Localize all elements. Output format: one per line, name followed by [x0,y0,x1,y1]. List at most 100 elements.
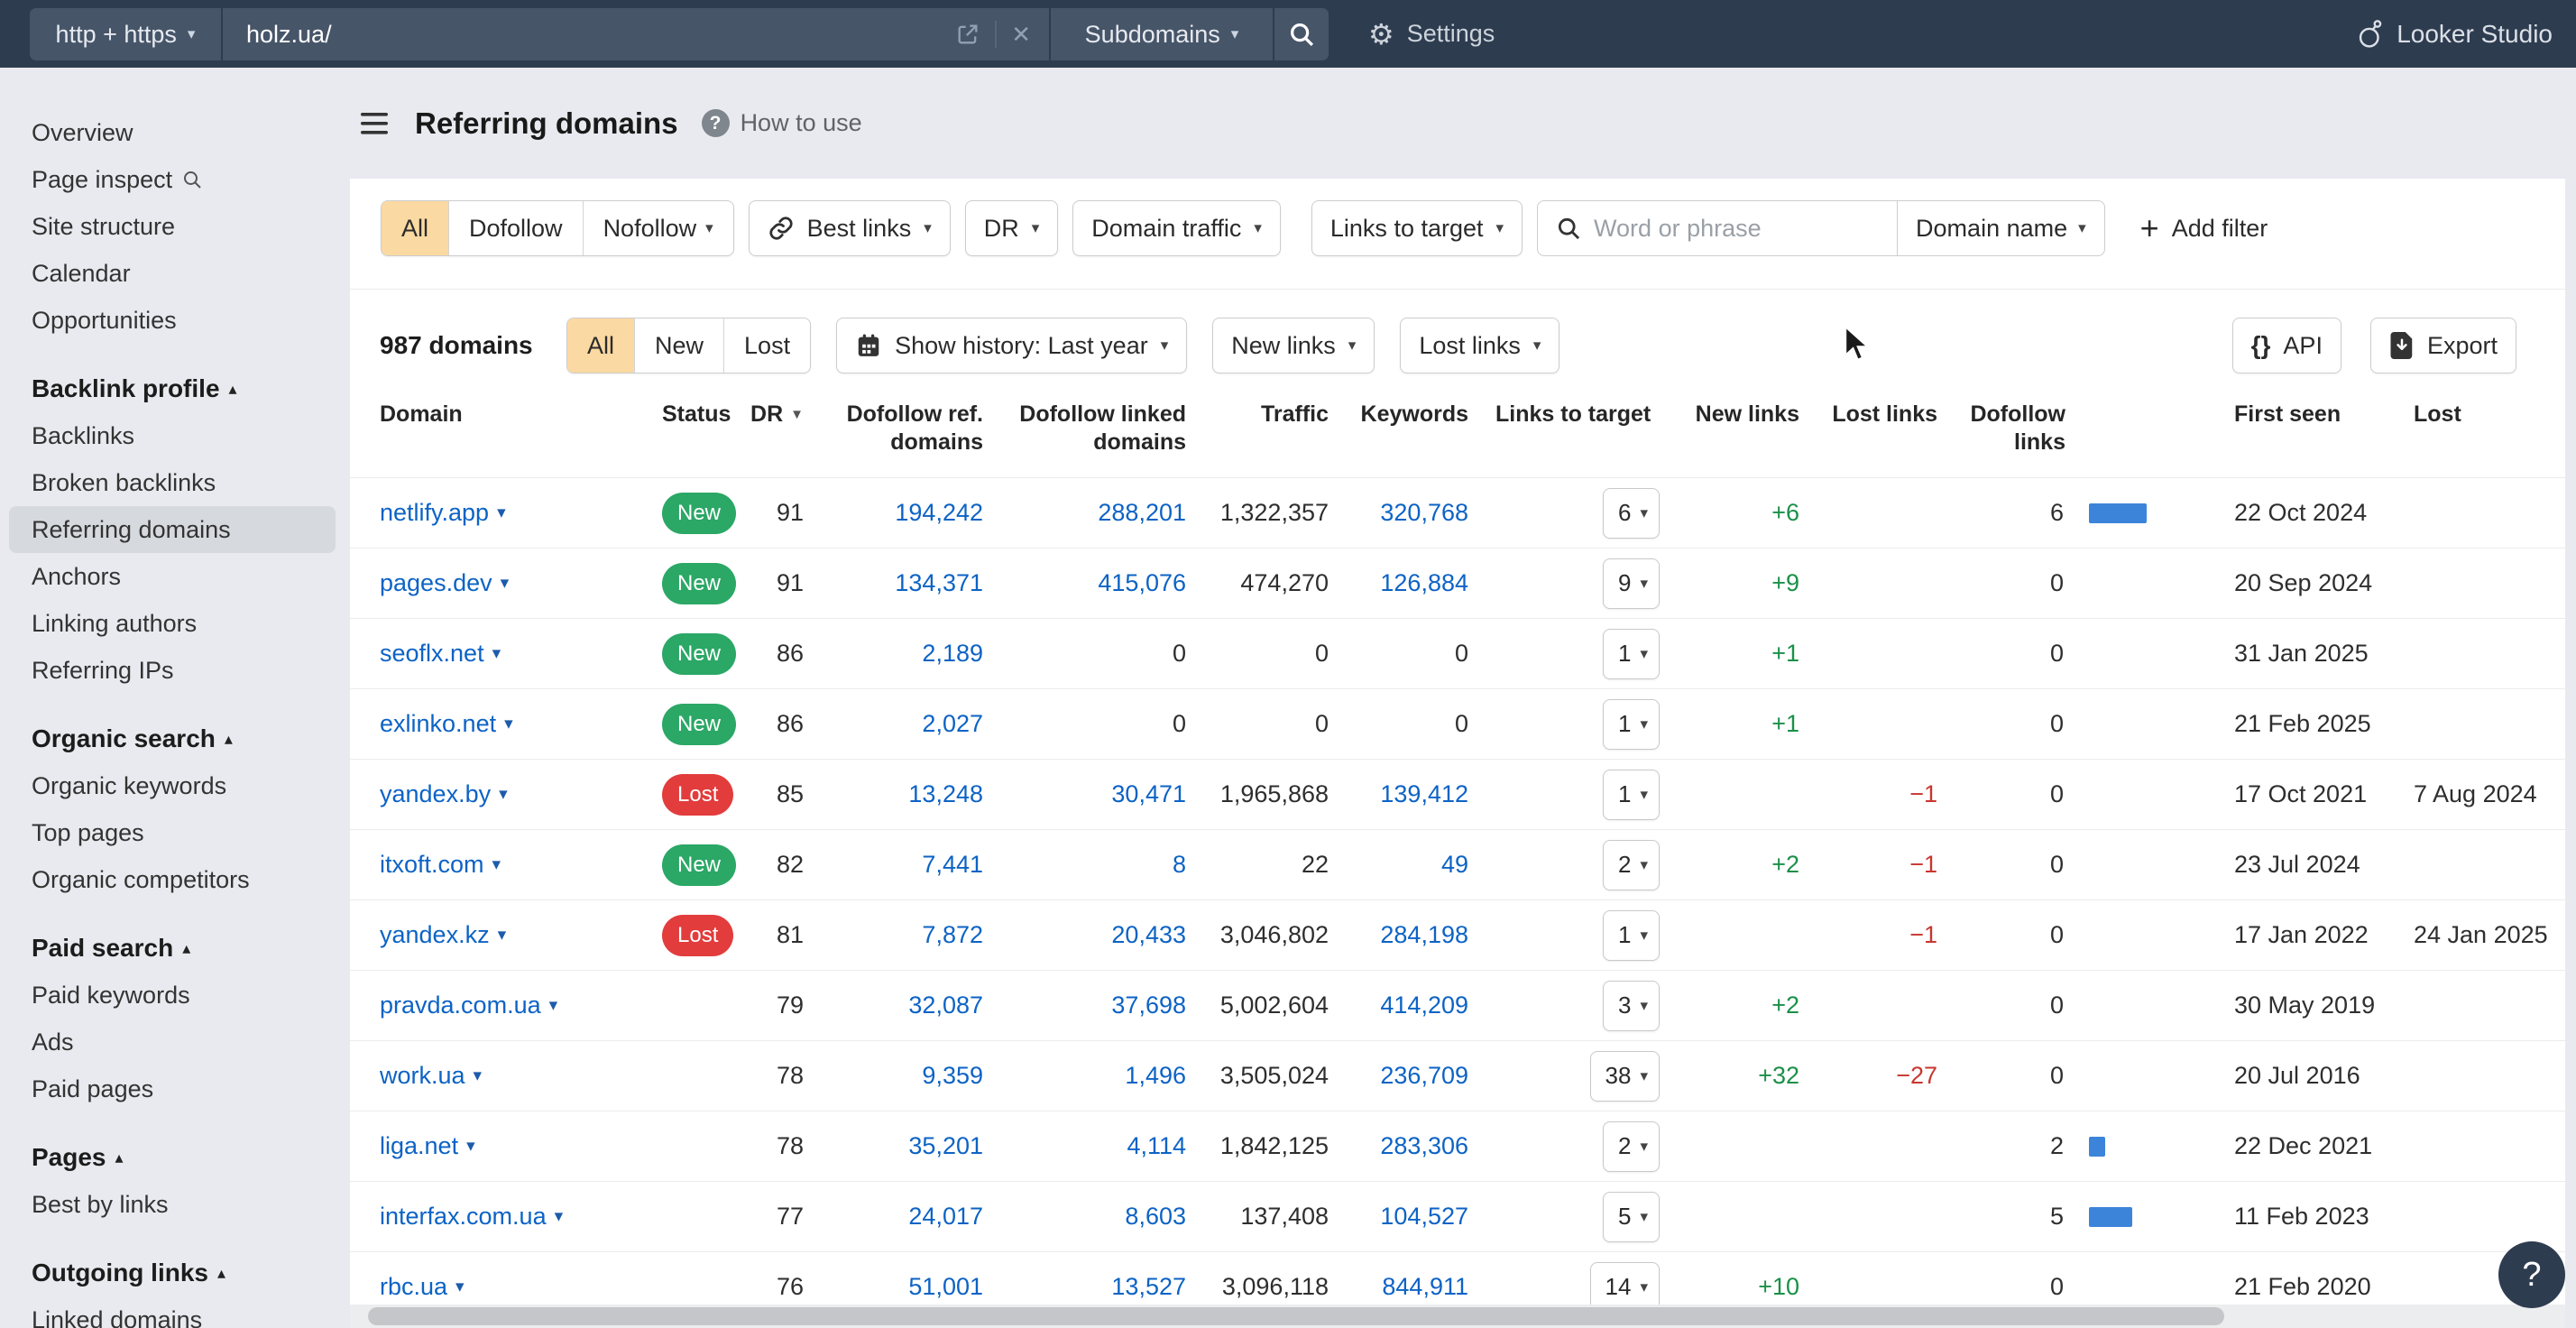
metric-link[interactable]: 13,527 [1111,1273,1186,1301]
links-to-target-select[interactable]: 1▾ [1603,910,1660,961]
chevron-down-icon[interactable]: ▾ [455,1277,465,1297]
help-button[interactable]: ? [2498,1241,2565,1308]
search-button[interactable] [1273,8,1329,60]
clear-icon[interactable]: ✕ [1011,21,1031,49]
metric-link[interactable]: 4,114 [1127,1132,1186,1160]
metric-link[interactable]: 35,201 [908,1132,983,1160]
sidebar-item-referring-ips[interactable]: Referring IPs [9,647,336,694]
metric-link[interactable]: 415,076 [1098,569,1186,597]
sidebar-section-backlink-profile[interactable]: Backlink profile▴ [9,365,336,412]
chevron-down-icon[interactable]: ▾ [501,573,510,594]
metric-link[interactable]: 236,709 [1380,1062,1468,1090]
metric-link[interactable]: 20,433 [1111,921,1186,949]
chevron-down-icon[interactable]: ▾ [549,995,558,1016]
protocol-dropdown[interactable]: http + https ▾ [30,8,221,60]
lost-links-dropdown[interactable]: Lost links ▾ [1400,318,1559,374]
domain-link[interactable]: seoflx.net [380,640,484,668]
domain-link[interactable]: yandex.by [380,780,491,808]
api-button[interactable]: {} API [2232,318,2341,374]
sidebar-item-paid-keywords[interactable]: Paid keywords [9,972,336,1019]
metric-link[interactable]: 24,017 [908,1203,983,1231]
metric-link[interactable]: 2,189 [922,640,983,668]
column-header-lost[interactable]: Lost [2408,388,2565,477]
sidebar-section-pages[interactable]: Pages▴ [9,1134,336,1181]
domain-link[interactable]: rbc.ua [380,1273,447,1301]
word-or-phrase-input[interactable]: Word or phrase [1538,201,1897,255]
metric-link[interactable]: 2,027 [922,710,983,738]
external-link-icon[interactable] [955,22,980,47]
sidebar-item-site-structure[interactable]: Site structure [9,203,336,250]
sidebar-section-outgoing-links[interactable]: Outgoing links▴ [9,1250,336,1296]
metric-link[interactable]: 283,306 [1380,1132,1468,1160]
chevron-down-icon[interactable]: ▾ [499,784,508,805]
metric-link[interactable]: 51,001 [908,1273,983,1301]
metric-link[interactable]: 13,248 [908,780,983,808]
metric-link[interactable]: 284,198 [1380,921,1468,949]
links-to-target-select[interactable]: 6▾ [1603,488,1660,539]
metric-link[interactable]: 320,768 [1380,499,1468,527]
domain-link[interactable]: interfax.com.ua [380,1203,547,1231]
metric-link[interactable]: 126,884 [1380,569,1468,597]
sidebar-item-ads[interactable]: Ads [9,1019,336,1065]
follow-tab-dofollow[interactable]: Dofollow [449,201,584,255]
looker-studio-brand[interactable]: Looker Studio [2357,0,2553,68]
column-header-dofollow-ref-domains[interactable]: Dofollow ref. domains [816,388,983,477]
metric-link[interactable]: 1,496 [1125,1062,1186,1090]
column-header-new-links[interactable]: New links [1660,388,1799,477]
sidebar-item-top-pages[interactable]: Top pages [9,809,336,856]
metric-link[interactable]: 49 [1441,851,1468,879]
follow-tab-all[interactable]: All [382,201,449,255]
links-to-target-select[interactable]: 38▾ [1590,1051,1660,1102]
follow-tab-nofollow[interactable]: Nofollow▾ [584,201,733,255]
metric-link[interactable]: 37,698 [1111,991,1186,1019]
chevron-down-icon[interactable]: ▾ [498,925,507,945]
metric-link[interactable]: 139,412 [1380,780,1468,808]
metric-link[interactable]: 414,209 [1380,991,1468,1019]
domain-traffic-filter[interactable]: Domain traffic ▾ [1072,200,1281,256]
links-to-target-select[interactable]: 5▾ [1603,1192,1660,1242]
menu-icon[interactable] [361,111,391,136]
sidebar-item-paid-pages[interactable]: Paid pages [9,1065,336,1112]
sidebar-item-organic-keywords[interactable]: Organic keywords [9,762,336,809]
status-tab-lost[interactable]: Lost [724,318,810,373]
links-to-target-select[interactable]: 3▾ [1603,981,1660,1031]
how-to-use-link[interactable]: How to use [741,109,862,137]
links-to-target-select[interactable]: 2▾ [1603,1121,1660,1172]
sidebar-item-page-inspect[interactable]: Page inspect [9,156,336,203]
help-icon[interactable]: ? [702,109,730,137]
column-header-dr[interactable]: DR▼ [752,388,816,477]
domain-link[interactable]: exlinko.net [380,710,496,738]
sidebar-item-best-by-links[interactable]: Best by links [9,1181,336,1228]
sidebar-item-opportunities[interactable]: Opportunities [9,297,336,344]
url-input[interactable]: holz.ua/ ✕ [221,8,1051,60]
metric-link[interactable]: 8,603 [1125,1203,1186,1231]
metric-link[interactable]: 288,201 [1098,499,1186,527]
domain-link[interactable]: pages.dev [380,569,492,597]
column-header-keywords[interactable]: Keywords [1329,388,1468,477]
metric-link[interactable]: 32,087 [908,991,983,1019]
subdomains-dropdown[interactable]: Subdomains ▾ [1051,8,1273,60]
add-filter-button[interactable]: + Add filter [2140,212,2268,244]
chevron-down-icon[interactable]: ▾ [492,643,501,664]
column-header-links-to-target[interactable]: Links to target [1468,388,1660,477]
chevron-down-icon[interactable]: ▾ [497,503,506,523]
chevron-down-icon[interactable]: ▾ [466,1136,475,1157]
sidebar-item-backlinks[interactable]: Backlinks [9,412,336,459]
column-header-dofollow-links[interactable]: Dofollow links [1937,388,2151,477]
metric-link[interactable]: 194,242 [895,499,983,527]
settings-button[interactable]: ⚙ Settings [1368,0,1495,68]
domain-link[interactable]: pravda.com.ua [380,991,541,1019]
column-header-domain[interactable]: Domain [380,388,662,477]
best-links-filter[interactable]: Best links ▾ [749,200,951,256]
sidebar-item-referring-domains[interactable]: Referring domains [9,506,336,553]
domain-link[interactable]: itxoft.com [380,851,484,879]
sidebar-item-overview[interactable]: Overview [9,109,336,156]
domain-link[interactable]: netlify.app [380,499,489,527]
sidebar-item-broken-backlinks[interactable]: Broken backlinks [9,459,336,506]
metric-link[interactable]: 9,359 [922,1062,983,1090]
column-header-first-seen[interactable]: First seen [2151,388,2408,477]
sidebar-section-paid-search[interactable]: Paid search▴ [9,925,336,972]
metric-link[interactable]: 7,872 [922,921,983,949]
dr-filter[interactable]: DR ▾ [965,200,1059,256]
links-to-target-select[interactable]: 9▾ [1603,558,1660,609]
